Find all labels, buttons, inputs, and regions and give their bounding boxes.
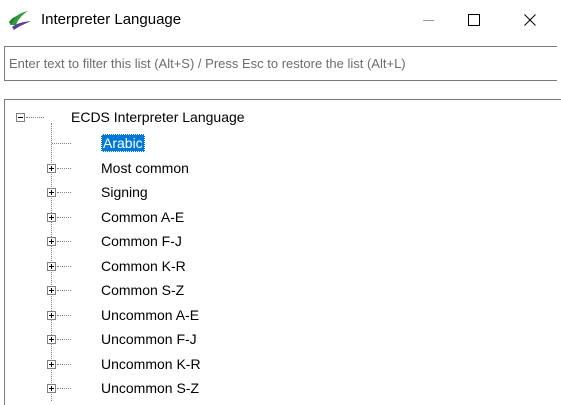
tree-connector <box>57 339 71 340</box>
tree-item-label: Common K-R <box>101 257 186 274</box>
tree-connector <box>57 363 71 365</box>
filter-input[interactable] <box>4 46 557 81</box>
tree-item[interactable]: Common F-J <box>101 230 182 252</box>
tree-item[interactable]: Common A-E <box>101 206 184 228</box>
tree-item-label: Uncommon K-R <box>101 355 201 372</box>
maximize-icon <box>468 14 480 26</box>
tree-connector <box>57 314 71 316</box>
close-button[interactable] <box>507 0 553 40</box>
tree-root-node[interactable]: ECDS Interpreter Language <box>71 106 245 128</box>
expand-icon[interactable] <box>47 335 56 344</box>
tree-connector <box>57 241 71 242</box>
tree-item-label: Uncommon A-E <box>101 306 200 323</box>
close-icon <box>524 14 536 26</box>
tree-connector <box>57 192 71 193</box>
tree-item[interactable]: Arabic <box>101 132 145 154</box>
expand-icon[interactable] <box>47 261 56 271</box>
tree-item[interactable]: Most common <box>101 157 189 179</box>
maximize-button[interactable] <box>451 0 497 40</box>
tree-item[interactable]: Signing <box>101 181 148 203</box>
tree-item[interactable]: Common S-Z <box>101 279 184 301</box>
tree-root-label: ECDS Interpreter Language <box>71 109 245 125</box>
tree-item-label: Common S-Z <box>101 282 185 298</box>
tree-item-label: Signing <box>101 184 148 200</box>
minimize-button[interactable] <box>406 0 452 40</box>
expand-icon[interactable] <box>47 384 56 393</box>
language-tree[interactable]: ECDS Interpreter Language Arabic Most com… <box>4 99 561 405</box>
tree-item[interactable]: Common K-R <box>101 255 186 277</box>
collapse-icon[interactable] <box>16 113 25 122</box>
tree-item-label: Most common <box>101 159 189 176</box>
tree-item-label: Common A-E <box>101 208 185 225</box>
expand-icon[interactable] <box>47 237 56 246</box>
expand-icon[interactable] <box>47 188 56 197</box>
tree-connector <box>57 388 71 389</box>
minimize-icon <box>423 20 434 21</box>
tree-item-label: Arabic <box>101 134 145 152</box>
tree-item-label: Uncommon F-J <box>101 331 197 347</box>
expand-icon[interactable] <box>47 310 56 320</box>
tree-item[interactable]: Uncommon A-E <box>101 304 199 326</box>
tree-connector <box>52 143 71 144</box>
tree-item[interactable]: Uncommon F-J <box>101 328 197 350</box>
green-swoosh-icon <box>9 11 31 30</box>
tree-item[interactable]: Uncommon K-R <box>101 353 201 375</box>
tree-connector <box>57 290 71 291</box>
tree-item[interactable]: Uncommon S-Z <box>101 377 199 399</box>
expand-icon[interactable] <box>47 359 56 369</box>
title-bar[interactable]: Interpreter Language <box>0 0 561 46</box>
expand-icon[interactable] <box>47 212 56 222</box>
expand-icon[interactable] <box>47 163 56 173</box>
expand-icon[interactable] <box>47 286 56 295</box>
tree-item-label: Common F-J <box>101 233 182 249</box>
tree-connector <box>57 265 71 267</box>
window-title: Interpreter Language <box>41 11 182 28</box>
tree-item-label: Uncommon S-Z <box>101 380 200 396</box>
tree-connector <box>57 216 71 218</box>
tree-connector <box>26 117 44 118</box>
tree-connector <box>57 167 71 169</box>
